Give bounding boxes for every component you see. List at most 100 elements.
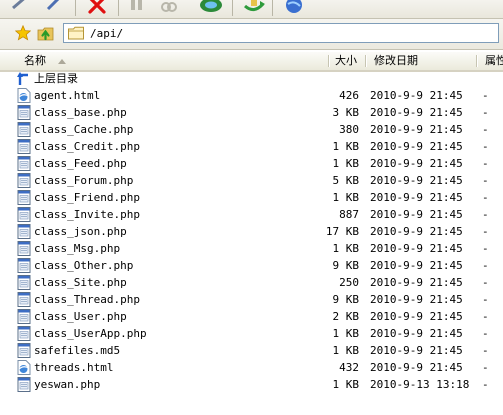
toolbar-separator <box>118 0 119 16</box>
file-attributes: - <box>482 174 489 187</box>
sync-icon[interactable] <box>242 0 266 14</box>
file-attributes: - <box>482 242 489 255</box>
file-name: class_base.php <box>34 106 127 119</box>
folder-icon <box>68 26 84 40</box>
file-name: safefiles.md5 <box>34 344 121 357</box>
generic-file-icon <box>17 207 31 222</box>
file-size: 5 KB <box>332 174 360 187</box>
file-modified: 2010-9-9 21:45 <box>370 327 463 340</box>
file-size: 1 KB <box>332 378 360 391</box>
column-header-modified[interactable]: 修改日期 <box>366 52 475 70</box>
list-item[interactable]: threads.html 432 2010-9-9 21:45 - <box>0 359 503 376</box>
generic-file-icon <box>17 156 31 171</box>
column-header-name[interactable]: 名称 <box>0 52 329 70</box>
file-attributes: - <box>482 361 489 374</box>
file-name: class_Thread.php <box>34 293 140 306</box>
list-item[interactable]: class_User.php 2 KB 2010-9-9 21:45 - <box>0 308 503 325</box>
list-item[interactable]: class_Friend.php 1 KB 2010-9-9 21:45 - <box>0 189 503 206</box>
file-size: 380 <box>339 123 359 136</box>
refresh-icon[interactable] <box>198 0 224 14</box>
list-item[interactable]: class_Forum.php 5 KB 2010-9-9 21:45 - <box>0 172 503 189</box>
list-item[interactable]: yeswan.php 1 KB 2010-9-13 13:18- <box>0 376 503 393</box>
file-name: threads.html <box>34 361 114 374</box>
file-attributes: - <box>482 327 489 340</box>
star-icon[interactable] <box>15 25 31 41</box>
file-size: 426 <box>339 89 359 102</box>
list-item[interactable]: agent.html 426 2010-9-9 21:45 - <box>0 87 503 104</box>
file-name: class_UserApp.php <box>34 327 147 340</box>
file-name: class_Invite.php <box>34 208 140 221</box>
file-modified: 2010-9-13 13:18 <box>370 378 470 391</box>
generic-file-icon <box>17 241 31 256</box>
file-modified: 2010-9-9 21:45 <box>370 157 463 170</box>
list-item[interactable]: safefiles.md5 1 KB 2010-9-9 21:45 - <box>0 342 503 359</box>
parent-directory-row[interactable]: 上层目录 <box>0 70 503 87</box>
file-size: 17 KB <box>325 225 359 238</box>
globe-icon[interactable] <box>282 0 306 14</box>
sort-ascending-icon <box>58 59 66 64</box>
column-header: 名称 大小 修改日期 属性 <box>0 52 503 72</box>
file-attributes: - <box>482 378 489 391</box>
generic-file-icon <box>17 326 31 341</box>
file-name: class_Forum.php <box>34 174 134 187</box>
wand-icon[interactable] <box>44 0 66 14</box>
list-item[interactable]: class_base.php 3 KB 2010-9-9 21:45 - <box>0 104 503 121</box>
file-list: 名称 大小 修改日期 属性 上层目录 agent.html 426 2010-9-9… <box>0 50 503 415</box>
file-name: yeswan.php <box>34 378 101 391</box>
file-size: 1 KB <box>332 242 360 255</box>
file-attributes: - <box>482 293 489 306</box>
file-modified: 2010-9-9 21:45 <box>370 174 463 187</box>
file-name: agent.html <box>34 89 101 102</box>
list-item[interactable]: class_json.php 17 KB 2010-9-9 21:45 - <box>0 223 503 240</box>
list-item[interactable]: class_Other.php 9 KB 2010-9-9 21:45 - <box>0 257 503 274</box>
file-attributes: - <box>482 191 489 204</box>
file-attributes: - <box>482 208 489 221</box>
file-modified: 2010-9-9 21:45 <box>370 293 463 306</box>
ie-file-icon <box>17 360 31 375</box>
list-item[interactable]: class_Site.php 250 2010-9-9 21:45 - <box>0 274 503 291</box>
link-icon[interactable] <box>158 0 180 14</box>
list-item[interactable]: class_Invite.php 887 2010-9-9 21:45 - <box>0 206 503 223</box>
generic-file-icon <box>17 139 31 154</box>
file-name: class_Other.php <box>34 259 134 272</box>
file-size: 2 KB <box>332 310 360 323</box>
folder-up-icon[interactable] <box>37 24 55 42</box>
file-size: 1 KB <box>332 191 360 204</box>
column-header-attributes[interactable]: 属性 <box>477 52 503 70</box>
generic-file-icon <box>17 224 31 239</box>
file-attributes: - <box>482 310 489 323</box>
generic-file-icon <box>17 173 31 188</box>
file-attributes: - <box>482 276 489 289</box>
file-modified: 2010-9-9 21:45 <box>370 106 463 119</box>
list-item[interactable]: class_Cache.php 380 2010-9-9 21:45 - <box>0 121 503 138</box>
delete-icon[interactable] <box>86 0 108 14</box>
file-size: 432 <box>339 361 359 374</box>
file-modified: 2010-9-9 21:45 <box>370 259 463 272</box>
generic-file-icon <box>17 292 31 307</box>
file-attributes: - <box>482 140 489 153</box>
list-item[interactable]: class_Thread.php 9 KB 2010-9-9 21:45 - <box>0 291 503 308</box>
list-item[interactable]: class_Feed.php 1 KB 2010-9-9 21:45 - <box>0 155 503 172</box>
column-header-size[interactable]: 大小 <box>329 52 364 70</box>
generic-file-icon <box>17 258 31 273</box>
column-label-size: 大小 <box>335 54 357 67</box>
file-size: 9 KB <box>332 259 360 272</box>
list-item[interactable]: class_Msg.php 1 KB 2010-9-9 21:45 - <box>0 240 503 257</box>
pause-icon[interactable] <box>128 0 146 14</box>
file-attributes: - <box>482 344 489 357</box>
list-item[interactable]: class_Credit.php 1 KB 2010-9-9 21:45 - <box>0 138 503 155</box>
generic-file-icon <box>17 190 31 205</box>
file-size: 1 KB <box>332 327 360 340</box>
connect-icon[interactable] <box>10 0 32 14</box>
path-input[interactable]: /api/ <box>63 23 499 43</box>
column-label-name: 名称 <box>24 54 46 67</box>
generic-file-icon <box>17 122 31 137</box>
file-name: class_User.php <box>34 310 127 323</box>
file-modified: 2010-9-9 21:45 <box>370 310 463 323</box>
file-size: 9 KB <box>332 293 360 306</box>
address-bar: /api/ <box>0 19 503 50</box>
toolbar <box>0 0 503 19</box>
toolbar-separator <box>272 0 273 16</box>
list-item[interactable]: class_UserApp.php 1 KB 2010-9-9 21:45 - <box>0 325 503 342</box>
file-name: class_Site.php <box>34 276 127 289</box>
